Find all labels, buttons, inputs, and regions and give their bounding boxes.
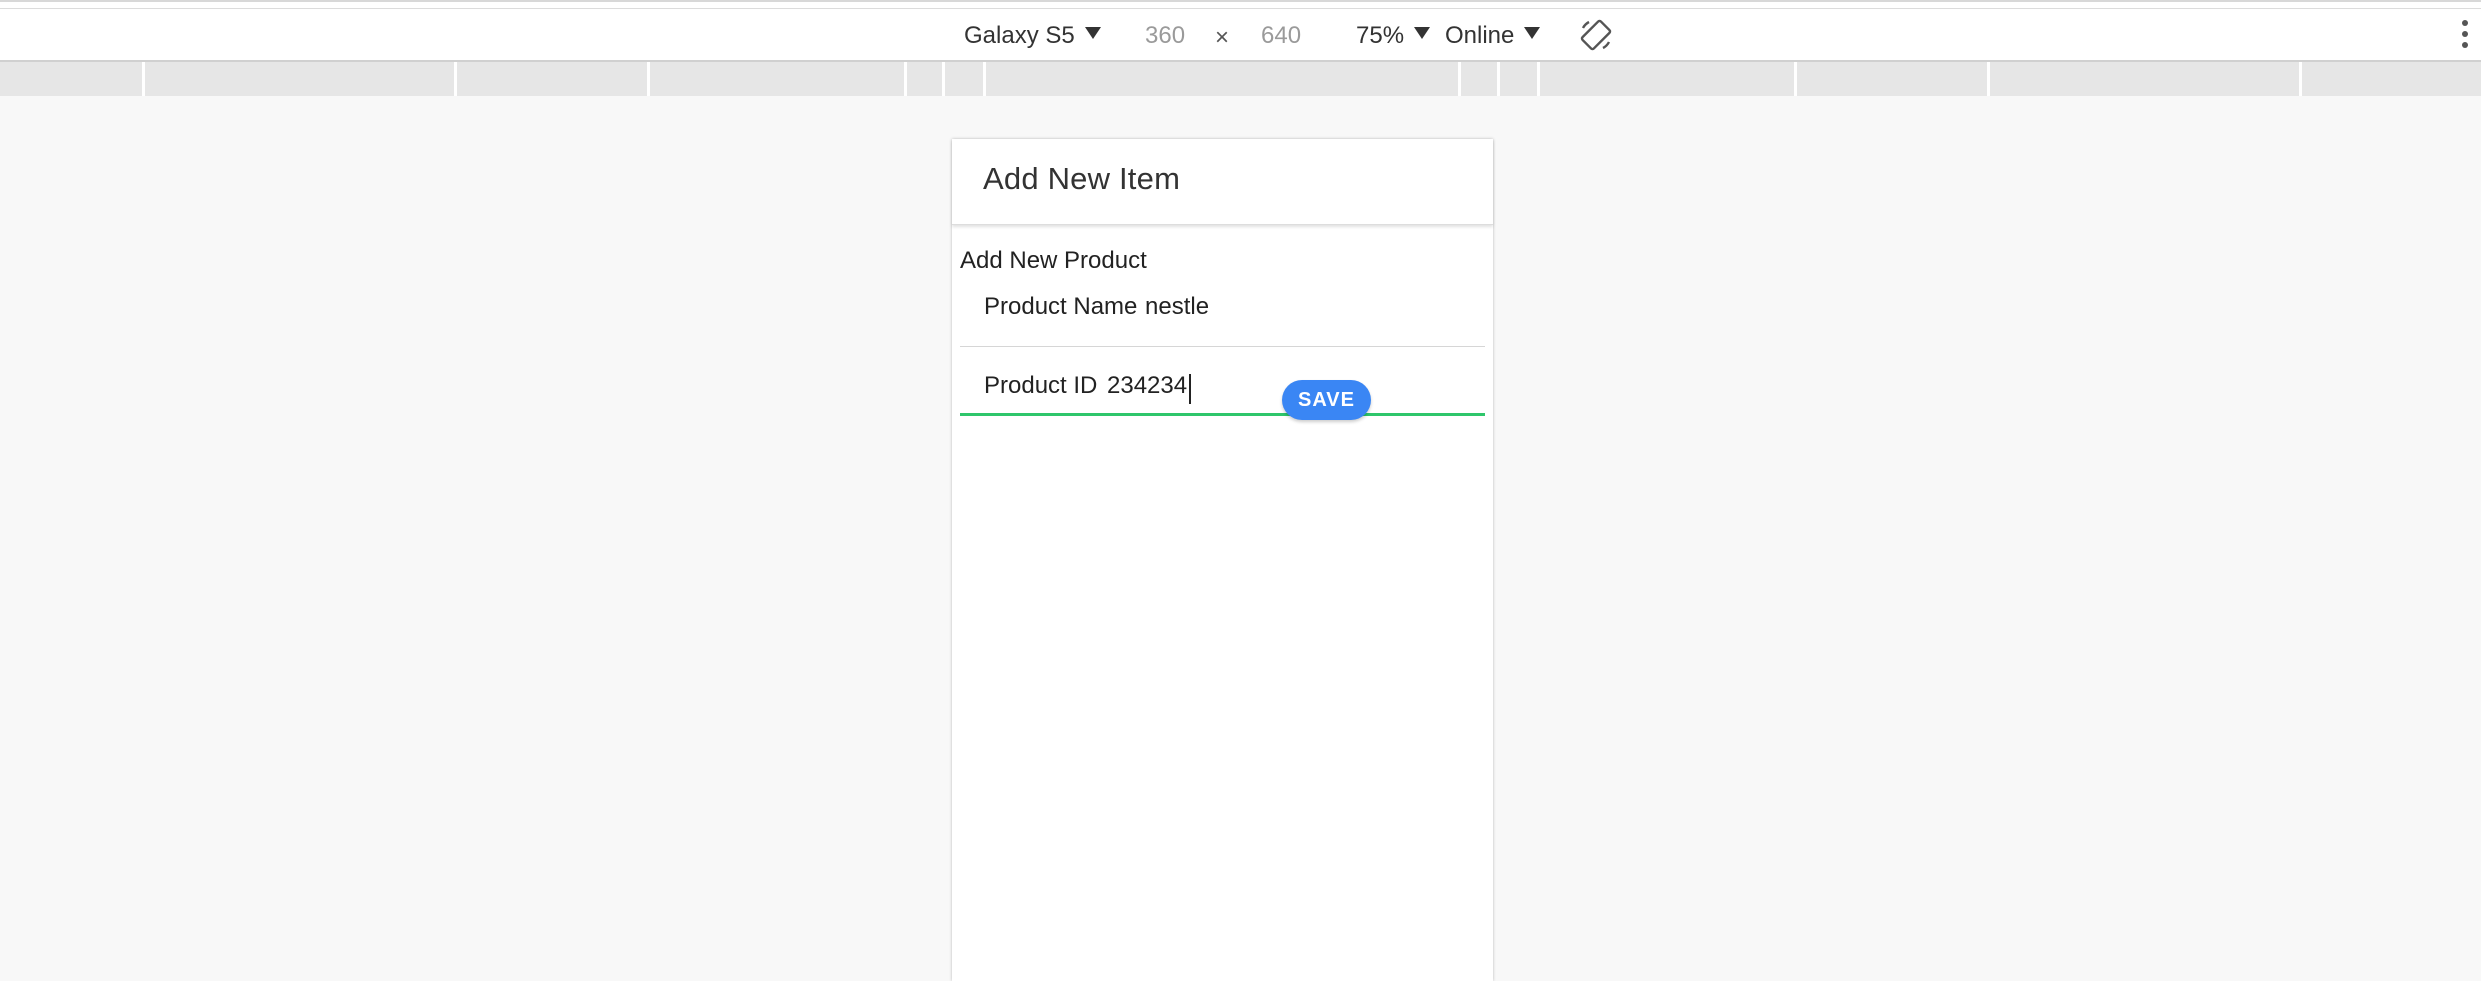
media-query-ruler[interactable] [0,62,2481,96]
page-title: Add New Item [983,161,1181,196]
dropdown-arrow-icon [1084,26,1101,39]
product-name-field[interactable]: Product Name nestle [960,281,1485,347]
product-name-label: Product Name [984,293,1138,320]
ruler-separator [1458,62,1461,96]
save-button[interactable]: SAVE [1282,380,1371,420]
device-toolbar: Galaxy S5 360 × 640 75% Online [0,0,2481,62]
toolbar-divider [0,8,2481,9]
ruler-separator [983,62,986,96]
device-select[interactable]: Galaxy S5 [964,16,1101,56]
ruler-separator [1497,62,1500,96]
product-id-input[interactable]: 234234 [1107,372,1187,400]
zoom-value: 75% [1356,22,1405,49]
text-cursor [1189,374,1191,404]
product-name-input[interactable]: nestle [1145,293,1209,321]
more-vertical-icon[interactable] [2460,20,2470,54]
browser-viewport: Galaxy S5 360 × 640 75% Online Add New I… [0,0,2481,981]
dropdown-arrow-icon [1524,26,1541,39]
ruler-separator [142,62,145,96]
zoom-select[interactable]: 75% [1356,16,1431,56]
width-input[interactable]: 360 [1145,16,1225,56]
product-id-label: Product ID [984,372,1098,399]
network-value: Online [1445,22,1515,49]
ruler-separator [942,62,945,96]
ruler-separator [1537,62,1540,96]
ruler-separator [904,62,907,96]
dimension-separator: × [1215,24,1230,51]
ruler-separator [454,62,457,96]
ruler-separator [2299,62,2302,96]
app-header: Add New Item [952,139,1493,225]
form-title: Add New Product [960,247,1147,274]
ruler-separator [1987,62,1990,96]
height-input[interactable]: 640 [1261,16,1341,56]
dropdown-arrow-icon [1414,26,1431,39]
rotate-icon[interactable] [1579,18,1613,52]
network-throttle-select[interactable]: Online [1445,16,1541,56]
ruler-separator [647,62,650,96]
product-id-field[interactable]: Product ID 234234 [960,360,1485,416]
emulated-device-screen: Add New Item Add New Product Product Nam… [952,139,1493,981]
device-name: Galaxy S5 [964,22,1075,49]
ruler-separator [1794,62,1797,96]
